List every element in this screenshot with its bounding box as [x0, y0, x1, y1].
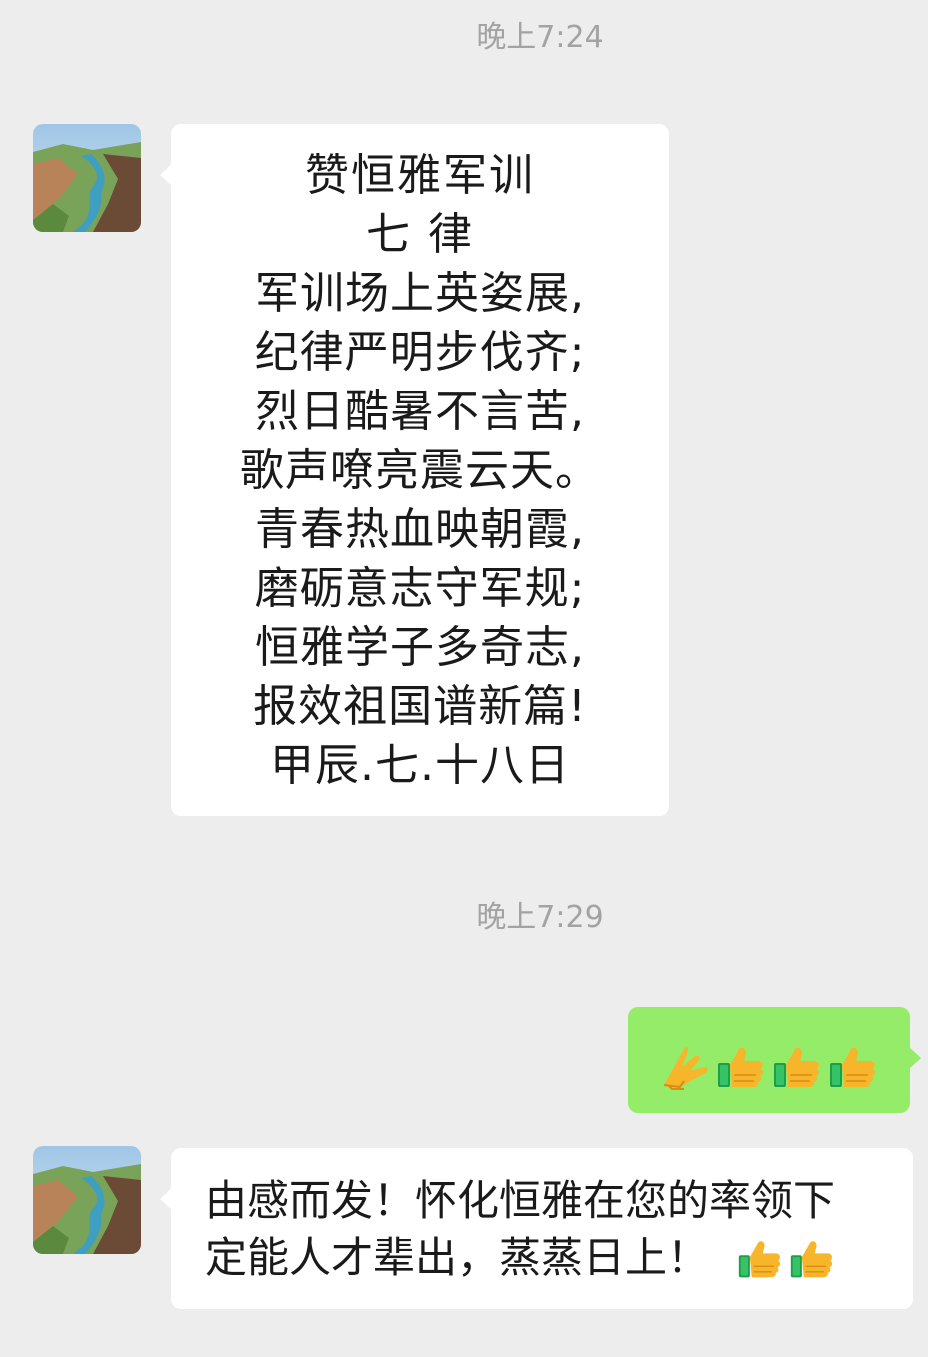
poem-line: 歌声嘹亮震云天。	[240, 445, 600, 496]
poem-line: 青春热血映朝霞,	[255, 504, 585, 555]
poem-line: 纪律严明步伐齐;	[254, 327, 586, 378]
landscape-avatar-icon	[33, 124, 141, 232]
pray-hands-icon	[660, 1041, 710, 1091]
landscape-avatar-icon	[33, 1146, 141, 1254]
reply-line-text: 定能人才辈出，蒸蒸日上！	[205, 1233, 710, 1282]
reply-text: 由感而发！怀化恒雅在您的率领下 定能人才辈出，蒸蒸日上！	[205, 1172, 895, 1286]
thumbs-up-icon	[772, 1041, 822, 1091]
poem-text: 赞恒雅军训 七 律 军训场上英姿展, 纪律严明步伐齐; 烈日酷暑不言苦, 歌声嘹…	[171, 146, 669, 795]
poem-line: 报效祖国谱新篇!	[253, 681, 587, 732]
message-bubble-poem[interactable]: 赞恒雅军训 七 律 军训场上英姿展, 纪律严明步伐齐; 烈日酷暑不言苦, 歌声嘹…	[160, 124, 669, 816]
contact-avatar[interactable]	[33, 1146, 141, 1254]
message-bubble-reply[interactable]: 由感而发！怀化恒雅在您的率领下 定能人才辈出，蒸蒸日上！	[160, 1148, 913, 1309]
poem-line: 烈日酷暑不言苦,	[255, 386, 585, 437]
poem-subtitle: 七 律	[366, 209, 474, 260]
contact-avatar[interactable]	[33, 124, 141, 232]
timestamp-2: 晚上7:29	[476, 900, 604, 935]
thumbs-up-icon	[737, 1235, 783, 1281]
poem-line: 磨砺意志守军规;	[254, 563, 586, 614]
reply-line-text: 由感而发！怀化恒雅在您的率领下	[205, 1176, 836, 1225]
poem-line: 军训场上英姿展,	[255, 268, 585, 319]
reply-line-2: 定能人才辈出，蒸蒸日上！	[205, 1229, 895, 1286]
timestamp-1: 晚上7:24	[476, 20, 604, 55]
reply-line-1: 由感而发！怀化恒雅在您的率领下	[205, 1172, 895, 1229]
emoji-row	[660, 1041, 878, 1091]
thumbs-up-icon	[789, 1235, 835, 1281]
trailing-emojis	[737, 1235, 835, 1281]
poem-title: 赞恒雅军训	[305, 150, 535, 201]
thumbs-up-icon	[828, 1041, 878, 1091]
thumbs-up-icon	[716, 1041, 766, 1091]
poem-line: 恒雅学子多奇志,	[255, 622, 585, 673]
message-bubble-emoji[interactable]	[628, 1007, 921, 1113]
poem-date: 甲辰.七.十八日	[270, 740, 570, 791]
